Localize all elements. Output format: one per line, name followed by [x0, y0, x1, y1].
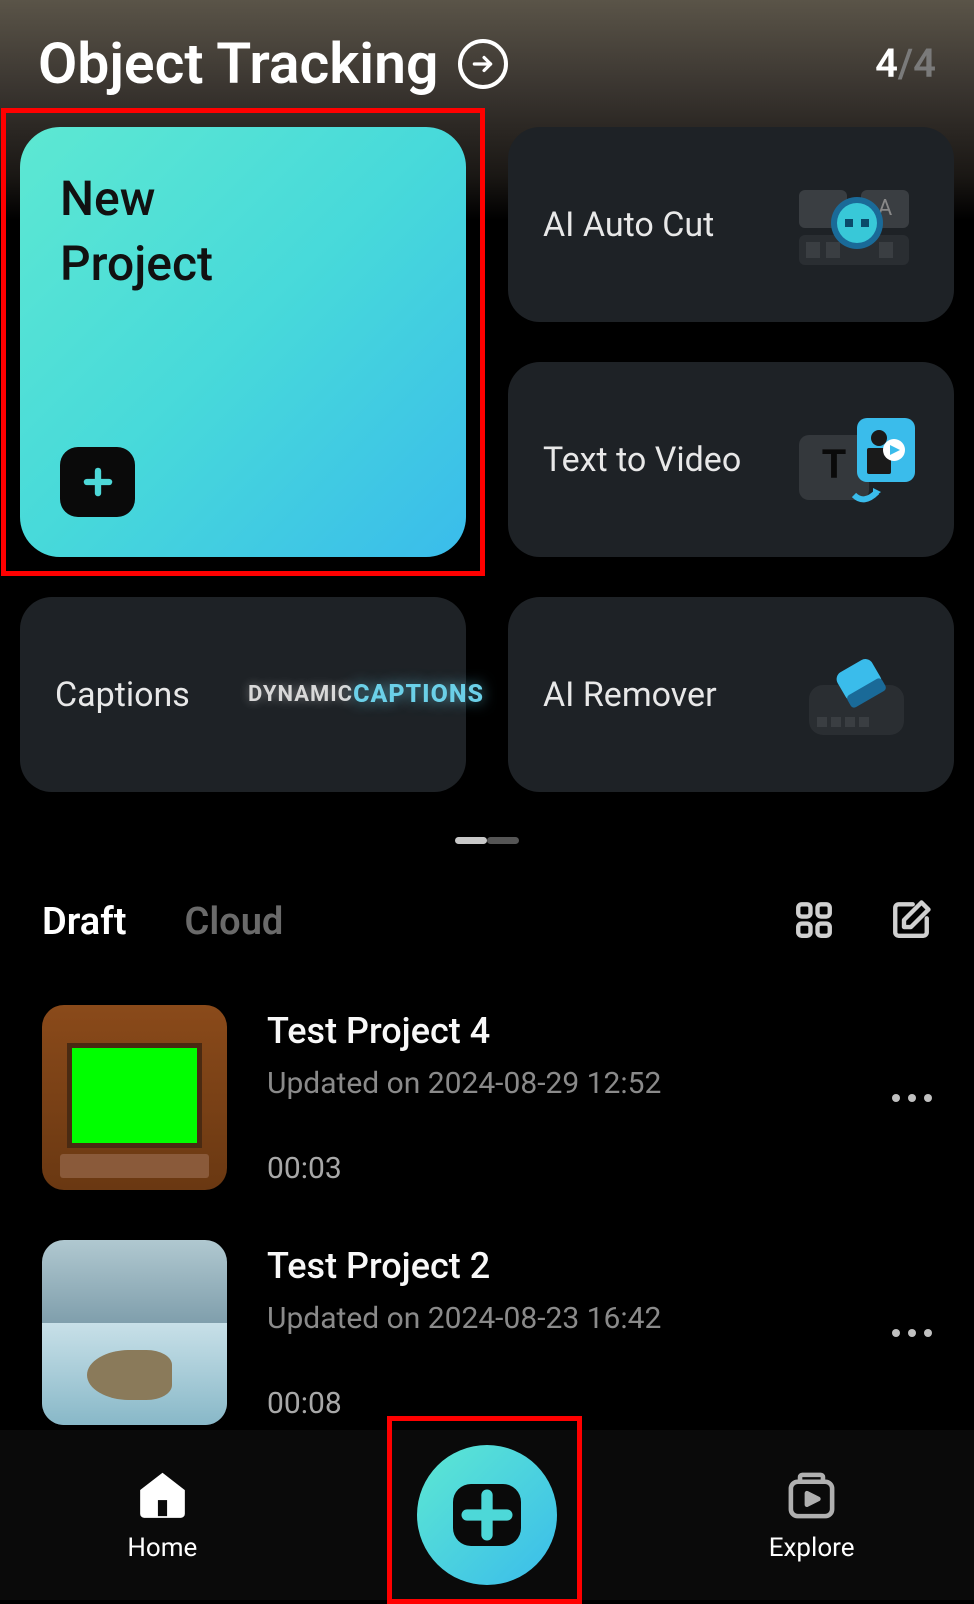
draft-title: Test Project 4	[267, 1010, 932, 1052]
nav-add[interactable]	[387, 1430, 587, 1600]
header: Object Tracking 4/4	[0, 0, 974, 117]
tabs: Draft Cloud	[42, 900, 283, 944]
page-total: 4	[913, 40, 936, 87]
grid-view-icon[interactable]	[793, 899, 835, 945]
tab-draft[interactable]: Draft	[42, 900, 126, 944]
more-options-icon[interactable]	[892, 1329, 932, 1337]
dot-inactive	[487, 837, 519, 844]
captions-label: Captions	[55, 675, 190, 715]
drafts-header: Draft Cloud	[0, 844, 974, 975]
explore-icon	[784, 1468, 839, 1523]
nav-home[interactable]: Home	[62, 1468, 262, 1563]
bottom-nav: Home Explore	[0, 1430, 974, 1600]
ai-auto-cut-card[interactable]: AI Auto Cut A	[508, 127, 954, 322]
nav-explore-label: Explore	[769, 1533, 855, 1563]
draft-info: Test Project 2 Updated on 2024-08-23 16:…	[267, 1245, 932, 1421]
draft-thumbnail	[42, 1240, 227, 1425]
page-current: 4	[875, 40, 898, 87]
highlight-add-button	[387, 1416, 582, 1604]
text-to-video-icon: T	[789, 410, 919, 510]
new-project-card[interactable]: New Project	[20, 127, 466, 557]
new-project-label: New Project	[60, 167, 426, 297]
dot-active	[455, 837, 487, 844]
page-title: Object Tracking	[38, 30, 438, 97]
draft-updated: Updated on 2024-08-23 16:42	[267, 1301, 932, 1336]
draft-list: Test Project 4 Updated on 2024-08-29 12:…	[0, 975, 974, 1425]
ai-remover-label: AI Remover	[543, 675, 717, 715]
arrow-right-circle-icon[interactable]	[458, 39, 508, 89]
plus-icon	[60, 447, 135, 517]
header-title-group[interactable]: Object Tracking	[38, 30, 508, 97]
text-to-video-label: Text to Video	[543, 440, 741, 480]
captions-icon: DYNAMIC CAPTIONS	[301, 645, 431, 745]
svg-text:T: T	[822, 441, 847, 488]
home-icon	[135, 1468, 190, 1523]
edit-icon[interactable]	[890, 899, 932, 945]
highlight-new-project: New Project	[1, 108, 485, 576]
header-actions	[793, 899, 932, 945]
nav-explore[interactable]: Explore	[712, 1468, 912, 1563]
ai-auto-cut-icon: A	[789, 175, 919, 275]
draft-duration: 00:08	[267, 1386, 932, 1421]
draft-info: Test Project 4 Updated on 2024-08-29 12:…	[267, 1010, 932, 1186]
ai-remover-icon	[789, 645, 919, 745]
text-to-video-card[interactable]: Text to Video T	[508, 362, 954, 557]
ai-auto-cut-label: AI Auto Cut	[543, 205, 714, 245]
tab-cloud[interactable]: Cloud	[184, 900, 283, 944]
captions-card[interactable]: Captions DYNAMIC CAPTIONS	[20, 597, 466, 792]
pagination-dots	[0, 837, 974, 844]
features-grid: New Project AI Auto Cut A	[0, 127, 974, 792]
draft-item[interactable]: Test Project 2 Updated on 2024-08-23 16:…	[42, 1240, 932, 1425]
more-options-icon[interactable]	[892, 1094, 932, 1102]
draft-title: Test Project 2	[267, 1245, 932, 1287]
draft-item[interactable]: Test Project 4 Updated on 2024-08-29 12:…	[42, 1005, 932, 1190]
draft-duration: 00:03	[267, 1151, 932, 1186]
page-indicator: 4/4	[875, 40, 936, 87]
ai-remover-card[interactable]: AI Remover	[508, 597, 954, 792]
draft-thumbnail	[42, 1005, 227, 1190]
nav-home-label: Home	[127, 1533, 197, 1563]
draft-updated: Updated on 2024-08-29 12:52	[267, 1066, 932, 1101]
